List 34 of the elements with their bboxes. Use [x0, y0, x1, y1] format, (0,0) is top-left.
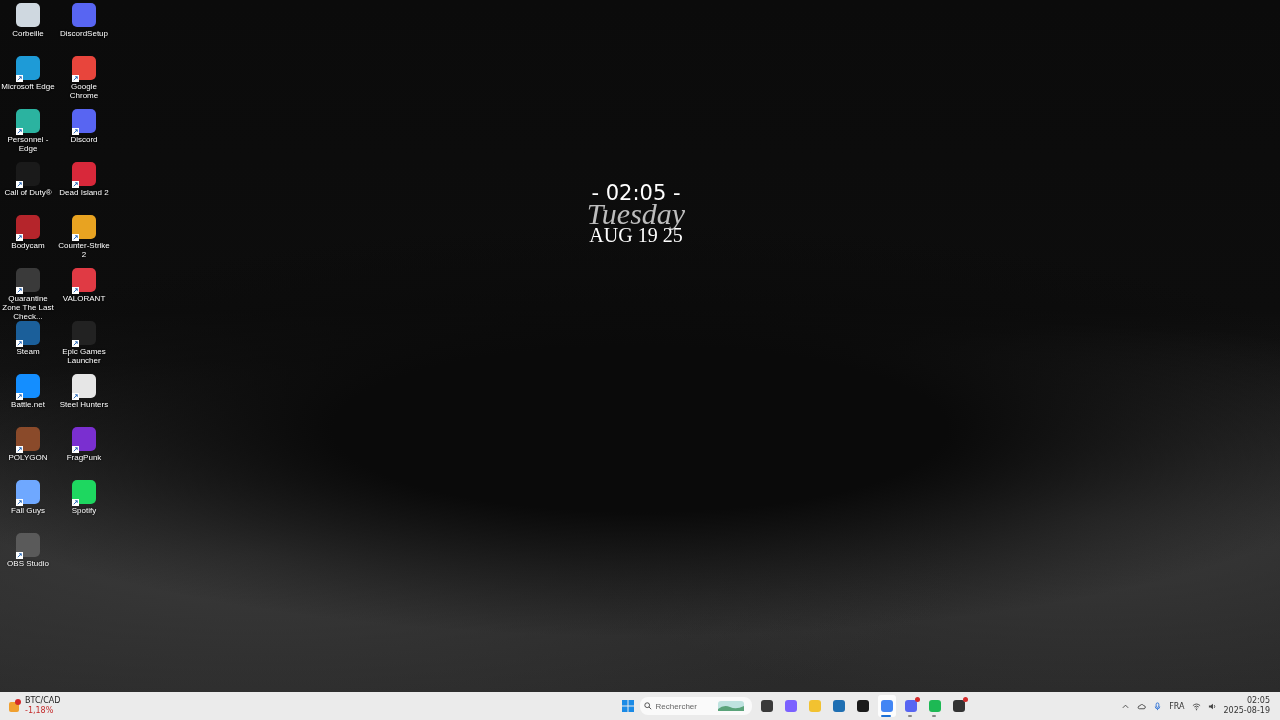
desktop-shortcut[interactable]: FragPunk — [56, 427, 112, 480]
desktop-shortcut[interactable]: DiscordSetup — [56, 3, 112, 56]
microphone-icon[interactable] — [1153, 701, 1163, 711]
language-indicator[interactable]: FRA — [1169, 701, 1185, 711]
desktop-shortcut[interactable]: Steam — [0, 321, 56, 374]
search-field[interactable]: Rechercher — [655, 701, 714, 711]
desktop-shortcut[interactable]: POLYGON — [0, 427, 56, 480]
desktop-shortcut[interactable]: Quarantine Zone The Last Check... — [0, 268, 56, 321]
desktop-shortcut[interactable]: Personnel - Edge — [0, 109, 56, 162]
desktop-shortcut[interactable]: Epic Games Launcher — [56, 321, 112, 374]
start-icon[interactable] — [621, 700, 634, 712]
widget-button[interactable]: BTC/CAD -1,18% — [8, 696, 61, 716]
desktop-shortcut[interactable]: Fall Guys — [0, 480, 56, 533]
desktop-shortcut[interactable]: Steel Hunters — [56, 374, 112, 427]
desktop-shortcut[interactable]: Corbeille — [0, 3, 56, 56]
search-icon — [643, 702, 652, 710]
clock-time: - 02:05 - — [591, 180, 681, 205]
search-bar[interactable]: Rechercher — [639, 697, 752, 715]
desktop-shortcut[interactable]: Microsoft Edge — [0, 56, 56, 109]
desktop-shortcut[interactable]: Bodycam — [0, 215, 56, 268]
speaker-icon[interactable] — [1207, 701, 1217, 711]
desktop-shortcut[interactable]: Spotify — [56, 480, 112, 533]
desktop-shortcut[interactable]: Discord — [56, 109, 112, 162]
cloud-icon[interactable] — [1137, 701, 1147, 711]
wifi-icon[interactable] — [1191, 701, 1201, 711]
desktop-shortcut[interactable]: OBS Studio — [0, 533, 56, 586]
desktop-shortcut[interactable]: Counter-Strike 2 — [56, 215, 112, 268]
desktop-shortcut[interactable]: Call of Duty® — [0, 162, 56, 215]
desktop-shortcut[interactable]: Battle.net — [0, 374, 56, 427]
landscape-icon — [717, 701, 744, 711]
desktop-shortcut[interactable]: VALORANT — [56, 268, 112, 321]
desktop-shortcut[interactable]: Google Chrome — [56, 56, 112, 109]
desktop-shortcut[interactable]: Dead Island 2 — [56, 162, 112, 215]
clock-button[interactable]: 02:05 2025-08-19 — [1223, 696, 1270, 716]
